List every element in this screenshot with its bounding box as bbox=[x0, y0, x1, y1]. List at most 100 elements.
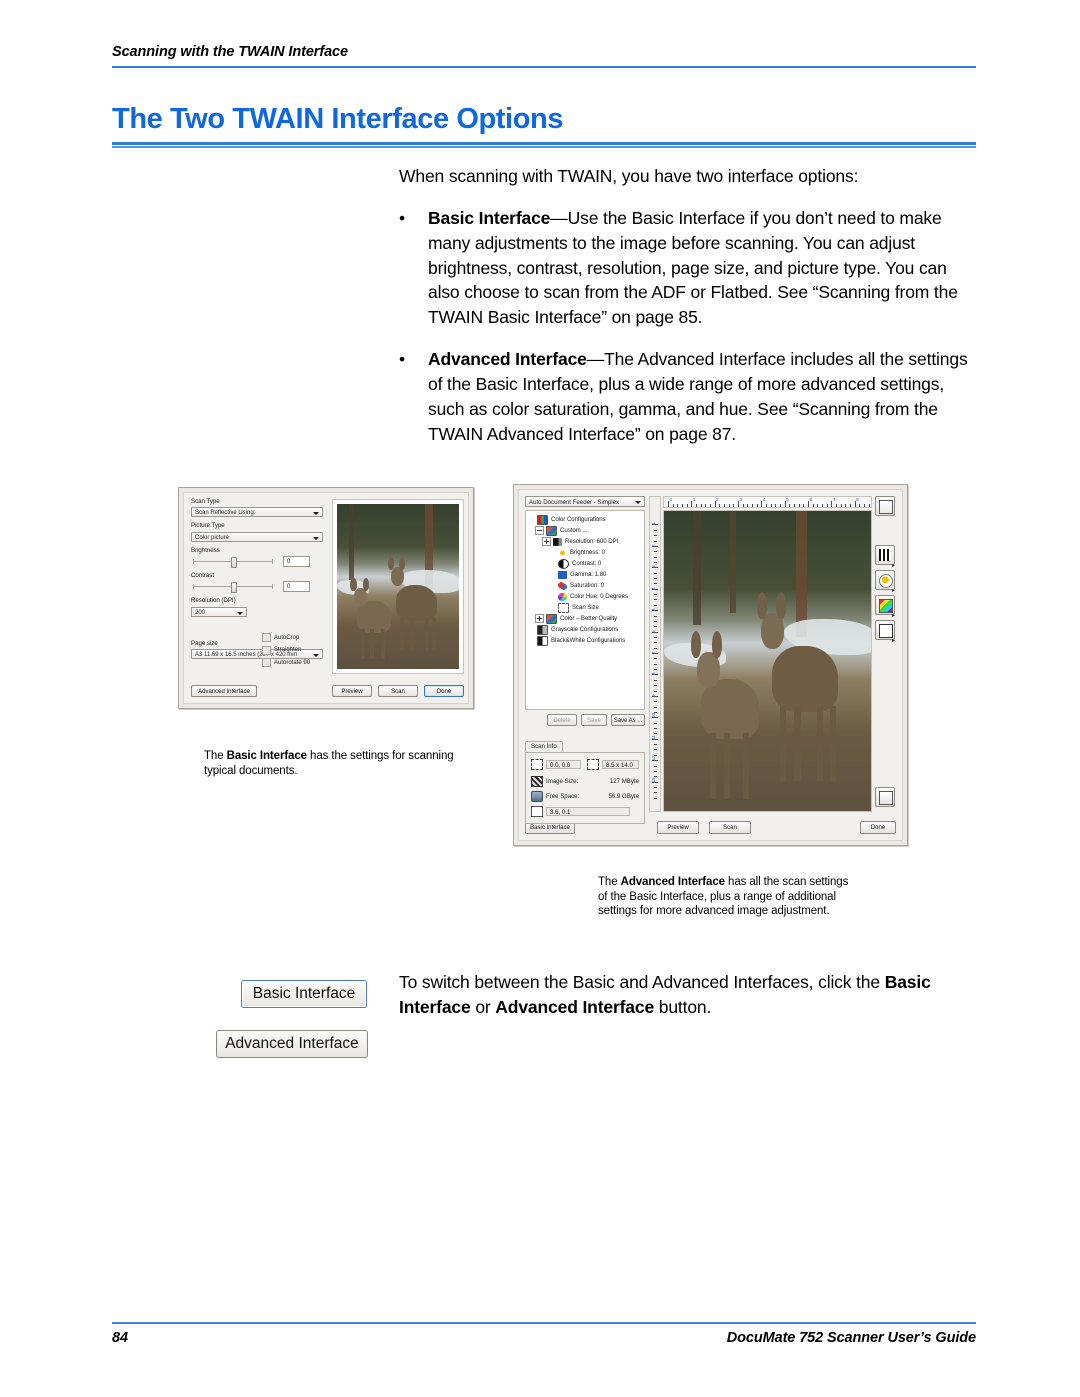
tree-node[interactable]: Grayscale Configurations bbox=[528, 624, 642, 635]
ruler-label: 6 bbox=[651, 630, 656, 633]
ruler-minor-tick bbox=[794, 504, 795, 507]
ruler-minor-tick bbox=[710, 504, 711, 507]
grayscale-config-icon bbox=[537, 624, 548, 635]
ruler-minor-tick bbox=[742, 504, 744, 507]
tree-node-label: Brightness: 0 bbox=[570, 549, 605, 556]
done-button[interactable]: Done bbox=[860, 821, 896, 834]
contrast-value-field[interactable]: 0 bbox=[283, 581, 310, 593]
ruler-minor-tick bbox=[845, 504, 847, 507]
ruler-minor-tick bbox=[654, 578, 657, 579]
tree-node[interactable]: Black&White Configurations bbox=[528, 635, 642, 646]
switch-instructions: To switch between the Basic and Advanced… bbox=[399, 970, 977, 1020]
checkbox-icon bbox=[262, 658, 271, 667]
ruler-minor-tick bbox=[654, 599, 657, 601]
resolution-select[interactable]: 200 bbox=[191, 606, 247, 617]
free-space-row: Free Space: 56.9 GByte bbox=[531, 791, 639, 802]
tree-node[interactable]: Color Hue: 0 Degrees bbox=[528, 591, 642, 602]
tree-node-label: Resolution: 600 DPI bbox=[565, 538, 619, 545]
color-curve-icon[interactable]: ▸ bbox=[875, 595, 895, 619]
preview-button[interactable]: Preview bbox=[657, 821, 699, 834]
help-icon[interactable] bbox=[875, 787, 895, 807]
tree-node[interactable]: Saturation: 0 bbox=[528, 580, 642, 591]
ruler-minor-tick bbox=[682, 504, 683, 507]
tab-scan-info[interactable]: Scan Info bbox=[525, 740, 563, 751]
ruler-label: 4 bbox=[651, 587, 656, 590]
bullet-term: Basic Interface bbox=[428, 207, 551, 228]
ruler-minor-tick bbox=[798, 504, 800, 507]
advanced-interface-button-illustration[interactable]: Advanced Interface bbox=[216, 1030, 368, 1058]
done-button[interactable]: Done bbox=[424, 685, 464, 697]
expand-icon[interactable] bbox=[535, 614, 544, 623]
scan-button[interactable]: Scan bbox=[709, 821, 751, 834]
picture-type-select[interactable]: Color picture bbox=[191, 531, 323, 542]
configuration-tree[interactable]: Color Configurations Custom ... Resolution… bbox=[525, 510, 645, 710]
collapse-icon[interactable] bbox=[535, 526, 544, 535]
chevron-down-icon: ▸ bbox=[891, 563, 895, 569]
chevron-down-icon bbox=[313, 536, 319, 540]
tree-node[interactable]: Resolution: 600 DPI bbox=[528, 536, 642, 547]
ruler-minor-tick bbox=[654, 722, 657, 724]
saturation-icon bbox=[558, 581, 567, 590]
brightness-slider[interactable] bbox=[191, 556, 275, 568]
tree-node-label: Custom ... bbox=[560, 527, 588, 534]
tree-node-label: Color – Better Quality bbox=[560, 615, 618, 622]
ruler-minor-tick bbox=[826, 504, 828, 507]
brightness-contrast-icon[interactable]: ▸ bbox=[875, 570, 895, 594]
ruler-minor-tick bbox=[654, 529, 657, 531]
scan-size-icon bbox=[558, 602, 569, 613]
scan-source-select[interactable]: Auto Document Feeder - Simplex bbox=[525, 496, 645, 507]
expand-icon[interactable] bbox=[542, 537, 551, 546]
autorotate-checkbox[interactable]: Autorotate 90 bbox=[262, 658, 324, 667]
tree-node-label: Black&White Configurations bbox=[551, 637, 626, 644]
advanced-preview-pane[interactable] bbox=[663, 510, 872, 812]
basic-interface-button-illustration[interactable]: Basic Interface bbox=[241, 980, 367, 1008]
ruler-minor-tick bbox=[654, 770, 657, 772]
save-as-button[interactable]: Save As ... bbox=[611, 714, 645, 726]
preview-button[interactable]: Preview bbox=[332, 685, 372, 697]
basic-preview-pane[interactable] bbox=[332, 499, 464, 674]
delete-button[interactable]: Delete bbox=[547, 714, 577, 726]
ruler-minor-tick bbox=[728, 504, 730, 507]
color-hue-icon bbox=[558, 592, 567, 601]
scan-area-icon[interactable]: ▸ bbox=[875, 620, 895, 644]
save-button[interactable]: Save bbox=[581, 714, 607, 726]
tree-node-label: Scan Size bbox=[572, 604, 599, 611]
tree-node[interactable]: Scan Size bbox=[528, 602, 642, 613]
ruler-minor-tick bbox=[859, 504, 861, 507]
tree-node-label: Color Configurations bbox=[551, 516, 606, 523]
ruler-label: 11 bbox=[651, 734, 656, 740]
bullet-text: Advanced Interface—The Advanced Interfac… bbox=[428, 347, 977, 446]
basic-dialog-checkboxes: AutoCrop Straighten Autorotate 90 bbox=[262, 633, 324, 671]
slider-thumb[interactable] bbox=[231, 556, 237, 568]
tree-node[interactable]: Gamma: 1.80 bbox=[528, 569, 642, 580]
ruler-minor-tick bbox=[752, 504, 753, 507]
tree-node[interactable]: Contrast: 0 bbox=[528, 558, 642, 569]
ruler-minor-tick bbox=[654, 679, 657, 681]
crop-origin-icon bbox=[531, 759, 543, 770]
new-config-icon[interactable] bbox=[875, 496, 895, 516]
slider-thumb[interactable] bbox=[231, 582, 237, 594]
ruler-minor-tick bbox=[654, 551, 657, 553]
ruler-minor-tick bbox=[817, 504, 819, 507]
advanced-interface-button[interactable]: Advanced Interface bbox=[191, 685, 257, 697]
autocrop-checkbox[interactable]: AutoCrop bbox=[262, 633, 324, 642]
tree-node[interactable]: Color Configurations bbox=[528, 514, 642, 525]
straighten-checkbox[interactable]: Straighten bbox=[262, 645, 324, 655]
ruler-minor-tick bbox=[654, 556, 657, 558]
cursor-icon bbox=[531, 806, 543, 817]
scan-button[interactable]: Scan bbox=[378, 685, 418, 697]
chevron-down-icon bbox=[237, 611, 243, 615]
page-number: 84 bbox=[112, 1330, 128, 1346]
ruler-minor-tick bbox=[654, 636, 657, 638]
descreen-icon[interactable]: ▸ bbox=[875, 545, 895, 569]
ruler-minor-tick bbox=[770, 504, 772, 507]
tree-node[interactable]: Custom ... bbox=[528, 525, 642, 536]
scan-type-select[interactable]: Scan Reflective Using: bbox=[191, 507, 323, 518]
brightness-value-field[interactable]: 0 bbox=[283, 555, 310, 567]
tree-node[interactable]: Brightness: 0 bbox=[528, 547, 642, 558]
contrast-slider[interactable] bbox=[191, 581, 275, 594]
image-size-label: Image Size: bbox=[546, 778, 579, 785]
scan-source-value: Auto Document Feeder - Simplex bbox=[529, 499, 620, 506]
tree-node[interactable]: Color – Better Quality bbox=[528, 613, 642, 624]
chevron-down-icon bbox=[313, 512, 319, 516]
